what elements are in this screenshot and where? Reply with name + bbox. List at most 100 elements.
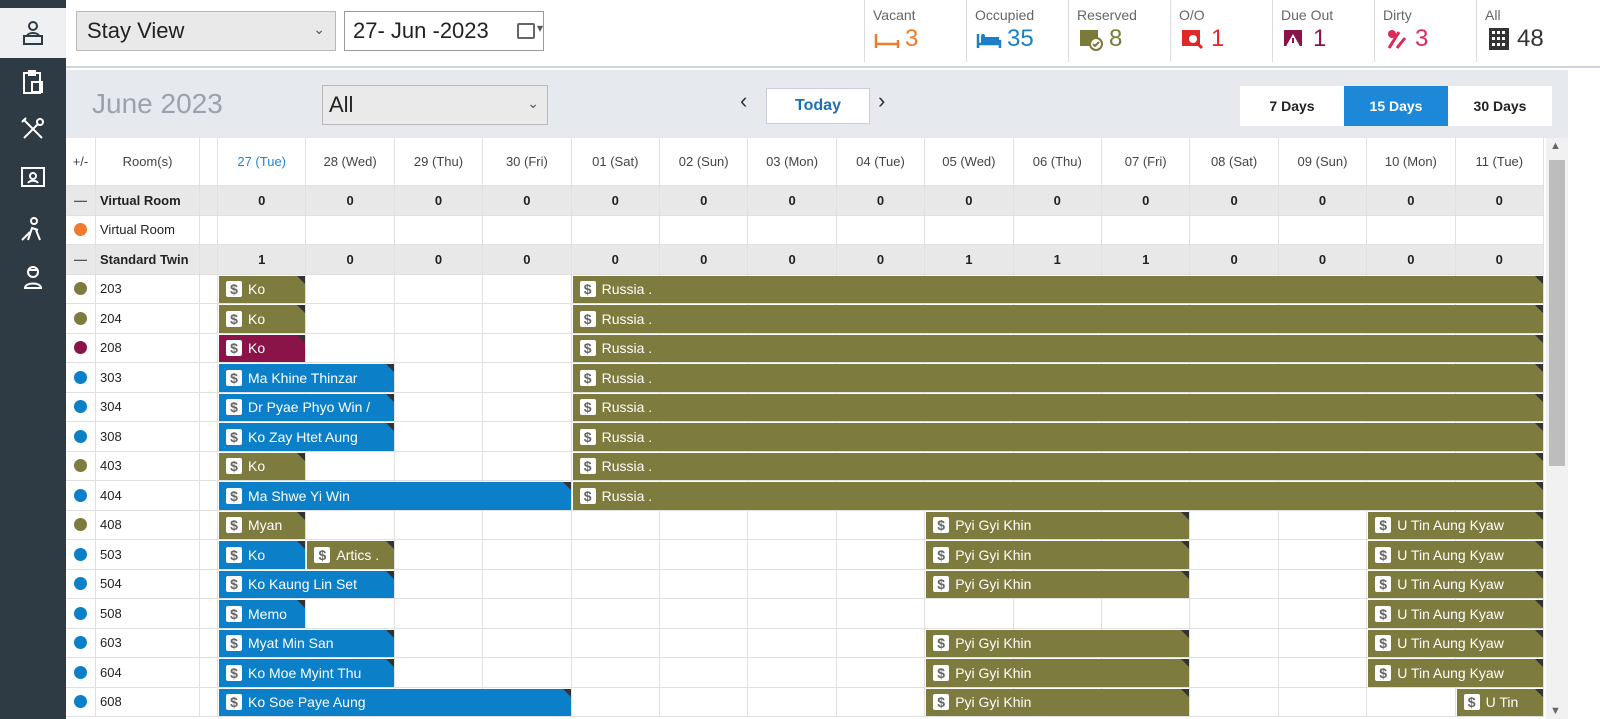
room-number[interactable]: 208 [96,333,200,363]
day-cell[interactable] [1190,569,1279,599]
booking-bar[interactable]: $ Ko Soe Paye Aung [219,688,571,716]
range-15-days-button[interactable]: 15 Days [1344,86,1448,126]
day-cell[interactable] [306,510,395,540]
booking-bar[interactable]: $ Myan [219,511,306,539]
day-cell[interactable] [748,599,837,629]
day-cell[interactable] [660,540,749,570]
booking-bar[interactable]: $ Memo [219,600,306,628]
booking-bar[interactable]: $ Russia . [572,275,1543,303]
day-cell[interactable] [483,569,572,599]
day-cell[interactable] [1278,510,1368,540]
day-cell[interactable] [1278,687,1368,717]
day-cell[interactable] [660,628,749,658]
day-cell[interactable] [748,215,837,245]
stat-occupied[interactable]: Occupied 35 [966,0,1066,62]
housekeeping-nav-icon[interactable] [0,204,66,254]
day-header[interactable]: 28 (Wed) [306,138,395,186]
booking-bar[interactable]: $ Dr Pyae Phyo Win / [219,393,394,421]
day-cell[interactable] [1190,215,1279,245]
room-number[interactable]: 603 [96,628,200,658]
booking-bar[interactable]: $ U Tin Aung Kyaw [1368,659,1543,687]
room-number[interactable]: 308 [96,422,200,452]
day-cell[interactable] [571,540,660,570]
day-cell[interactable] [660,658,749,688]
day-cell[interactable] [748,510,837,540]
booking-bar[interactable]: $ Ko [219,541,306,569]
day-cell[interactable] [660,510,749,540]
day-cell[interactable] [1367,215,1456,245]
stat-dirty[interactable]: Dirty 3 [1374,0,1474,62]
booking-bar[interactable]: $ U Tin Aung Kyaw [1368,541,1543,569]
day-cell[interactable] [571,687,660,717]
day-header[interactable]: 09 (Sun) [1278,138,1368,186]
day-header[interactable]: 05 (Wed) [925,138,1014,186]
stat-due-out[interactable]: Due Out 1 [1272,0,1372,62]
day-cell[interactable] [1278,540,1368,570]
day-cell[interactable] [1367,687,1456,717]
today-button[interactable]: Today [766,88,870,124]
collapse-toggle[interactable]: — [66,186,96,216]
day-header[interactable]: 10 (Mon) [1367,138,1456,186]
day-cell[interactable] [483,599,572,629]
room-number[interactable]: 204 [96,304,200,334]
day-cell[interactable] [394,658,484,688]
booking-bar[interactable]: $ U Tin [1456,688,1543,716]
day-cell[interactable] [1278,215,1368,245]
booking-bar[interactable]: $ Ma Khine Thinzar [219,364,394,392]
day-cell[interactable] [1190,658,1279,688]
day-cell[interactable] [660,687,749,717]
day-cell[interactable] [836,658,926,688]
day-cell[interactable] [836,215,926,245]
day-header[interactable]: 04 (Tue) [836,138,926,186]
front-desk-nav-icon[interactable] [0,8,66,58]
stat-vacant[interactable]: Vacant 3 [864,0,964,62]
day-cell[interactable] [925,215,1014,245]
day-header[interactable]: 01 (Sat) [571,138,660,186]
room-number[interactable]: 403 [96,451,200,481]
day-cell[interactable] [483,363,572,393]
day-cell[interactable] [660,569,749,599]
day-cell[interactable] [1278,658,1368,688]
day-cell[interactable] [306,274,395,304]
room-number[interactable]: 203 [96,274,200,304]
day-cell[interactable] [571,658,660,688]
day-cell[interactable] [571,510,660,540]
day-cell[interactable] [394,569,484,599]
room-number[interactable]: Virtual Room [96,215,200,245]
day-cell[interactable] [836,510,926,540]
room-number[interactable]: 304 [96,392,200,422]
day-cell[interactable] [218,215,307,245]
day-cell[interactable] [483,451,572,481]
prev-period-button[interactable]: ‹ [740,88,747,114]
booking-bar[interactable]: $ Russia . [572,334,1543,362]
day-cell[interactable] [571,215,660,245]
range-7-days-button[interactable]: 7 Days [1240,86,1344,126]
view-select[interactable]: Stay View ⌄ [76,11,336,51]
day-cell[interactable] [1278,628,1368,658]
room-type-filter[interactable]: All ⌄ [322,85,548,125]
day-cell[interactable] [1190,687,1279,717]
day-cell[interactable] [483,658,572,688]
day-cell[interactable] [483,540,572,570]
booking-bar[interactable]: $ Russia . [572,423,1543,451]
day-header[interactable]: 07 (Fri) [1102,138,1191,186]
id-card-nav-icon[interactable] [0,152,66,202]
booking-bar[interactable]: $ Ko Zay Htet Aung [219,423,394,451]
day-cell[interactable] [1102,215,1191,245]
booking-bar[interactable]: $ U Tin Aung Kyaw [1368,511,1543,539]
day-cell[interactable] [748,687,837,717]
stat-out-of-order[interactable]: O/O 1 [1170,0,1270,62]
vertical-scrollbar[interactable]: ▲ ▼ [1546,138,1568,719]
day-cell[interactable] [571,599,660,629]
staff-nav-icon[interactable] [0,252,66,302]
day-cell[interactable] [748,569,837,599]
day-cell[interactable] [394,599,484,629]
day-cell[interactable] [483,392,572,422]
day-cell[interactable] [836,569,926,599]
day-cell[interactable] [1278,569,1368,599]
room-number[interactable]: 404 [96,481,200,511]
day-cell[interactable] [394,422,484,452]
room-number[interactable]: 503 [96,540,200,570]
day-cell[interactable] [306,215,395,245]
day-cell[interactable] [483,215,572,245]
